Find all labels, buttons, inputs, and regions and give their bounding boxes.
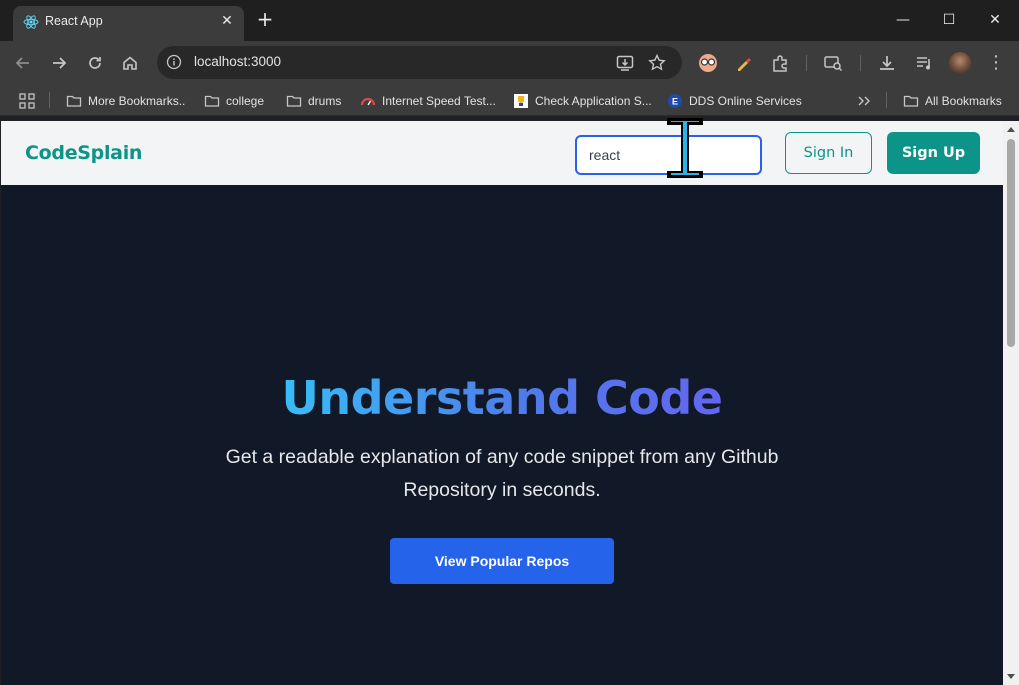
tab-react-app[interactable]: React App ✕ bbox=[13, 6, 244, 41]
svg-text:E: E bbox=[672, 97, 678, 107]
more-menu-icon[interactable]: ⋮ bbox=[983, 50, 1009, 76]
url-text: localhost:3000 bbox=[194, 54, 282, 69]
page-scrollbar[interactable] bbox=[1003, 121, 1019, 685]
hero-title-text: Understand Code bbox=[281, 371, 724, 425]
bookmark-dds-online-services[interactable]: E DDS Online Services bbox=[667, 92, 802, 110]
sign-up-button[interactable]: Sign Up bbox=[887, 132, 980, 174]
speedometer-icon bbox=[360, 97, 376, 106]
reload-icon[interactable] bbox=[82, 50, 108, 76]
folder-icon bbox=[903, 95, 919, 107]
minimize-icon[interactable]: — bbox=[880, 6, 926, 34]
site-info-icon[interactable] bbox=[166, 54, 182, 70]
maximize-icon[interactable]: ☐ bbox=[926, 6, 972, 34]
browser-window: React App ✕ + — ☐ ✕ localhost:3000 ⋮ Mor… bbox=[0, 0, 1019, 685]
site-header: CodeSplain Sign In Sign Up bbox=[1, 121, 1003, 185]
sign-in-button[interactable]: Sign In bbox=[785, 132, 872, 174]
extensions-puzzle-icon[interactable] bbox=[770, 52, 792, 74]
trophy-icon bbox=[514, 94, 528, 108]
folder-icon bbox=[66, 95, 82, 107]
bookmarks-divider bbox=[49, 92, 50, 108]
bookmark-label: college bbox=[226, 94, 265, 108]
install-app-icon[interactable] bbox=[615, 53, 635, 73]
close-window-icon[interactable]: ✕ bbox=[972, 6, 1018, 34]
scrollbar-thumb[interactable] bbox=[1007, 139, 1015, 347]
scroll-up-arrow-icon[interactable] bbox=[1007, 127, 1015, 132]
bookmark-label: Check Application S... bbox=[535, 94, 652, 108]
browser-toolbar: localhost:3000 ⋮ bbox=[0, 41, 1019, 84]
bookmark-check-application[interactable]: Check Application S... bbox=[513, 92, 652, 110]
brand-logo-text[interactable]: CodeSplain bbox=[25, 142, 142, 164]
bookmark-label: DDS Online Services bbox=[689, 94, 802, 108]
back-arrow-icon[interactable] bbox=[10, 50, 36, 76]
bookmark-internet-speed-test[interactable]: Internet Speed Test... bbox=[360, 92, 496, 110]
tab-close-icon[interactable]: ✕ bbox=[218, 12, 236, 30]
bookmarks-bar: More Bookmarks.. college drums Internet … bbox=[0, 84, 1019, 116]
address-bar[interactable]: localhost:3000 bbox=[157, 46, 682, 79]
new-tab-plus-icon[interactable]: + bbox=[254, 9, 276, 31]
media-playlist-icon[interactable] bbox=[913, 52, 935, 74]
bookmarks-divider bbox=[886, 92, 887, 108]
tab-strip: React App ✕ + — ☐ ✕ bbox=[0, 0, 1019, 41]
circle-e-icon: E bbox=[668, 94, 682, 108]
forward-arrow-icon[interactable] bbox=[46, 50, 72, 76]
hero-subtitle: Get a readable explanation of any code s… bbox=[225, 446, 779, 501]
bookmark-more-bookmarks[interactable]: More Bookmarks.. bbox=[66, 92, 185, 110]
bookmark-star-icon[interactable] bbox=[647, 53, 667, 73]
toolbar-divider bbox=[806, 55, 807, 71]
bookmark-label: More Bookmarks.. bbox=[88, 94, 186, 108]
hero-title: Understand Code bbox=[1, 371, 1003, 425]
bookmark-label: drums bbox=[308, 94, 342, 108]
bookmark-all-bookmarks[interactable]: All Bookmarks bbox=[903, 92, 1002, 110]
bookmark-drums[interactable]: drums bbox=[286, 92, 341, 110]
bookmark-label: Internet Speed Test... bbox=[382, 94, 496, 108]
page-viewport: CodeSplain Sign In Sign Up Understand Co… bbox=[1, 121, 1003, 685]
search-input[interactable] bbox=[575, 135, 762, 175]
tab-title: React App bbox=[45, 14, 103, 28]
scroll-down-arrow-icon[interactable] bbox=[1007, 674, 1015, 679]
folder-icon bbox=[204, 95, 220, 107]
extension-glasses-icon[interactable] bbox=[697, 52, 719, 74]
bookmark-label: All Bookmarks bbox=[925, 94, 1002, 108]
bookmark-college[interactable]: college bbox=[204, 92, 264, 110]
extension-dropper-icon[interactable] bbox=[733, 52, 755, 74]
download-icon[interactable] bbox=[876, 52, 898, 74]
react-logo-icon bbox=[23, 15, 39, 29]
profile-avatar[interactable] bbox=[949, 52, 971, 74]
toolbar-divider bbox=[860, 55, 861, 71]
chevron-double-right-icon[interactable] bbox=[856, 93, 872, 109]
apps-grid-icon[interactable] bbox=[18, 92, 36, 110]
home-icon[interactable] bbox=[117, 50, 143, 76]
folder-icon bbox=[286, 95, 302, 107]
view-popular-repos-button[interactable]: View Popular Repos bbox=[390, 538, 614, 584]
search-tabs-icon[interactable] bbox=[822, 52, 844, 74]
